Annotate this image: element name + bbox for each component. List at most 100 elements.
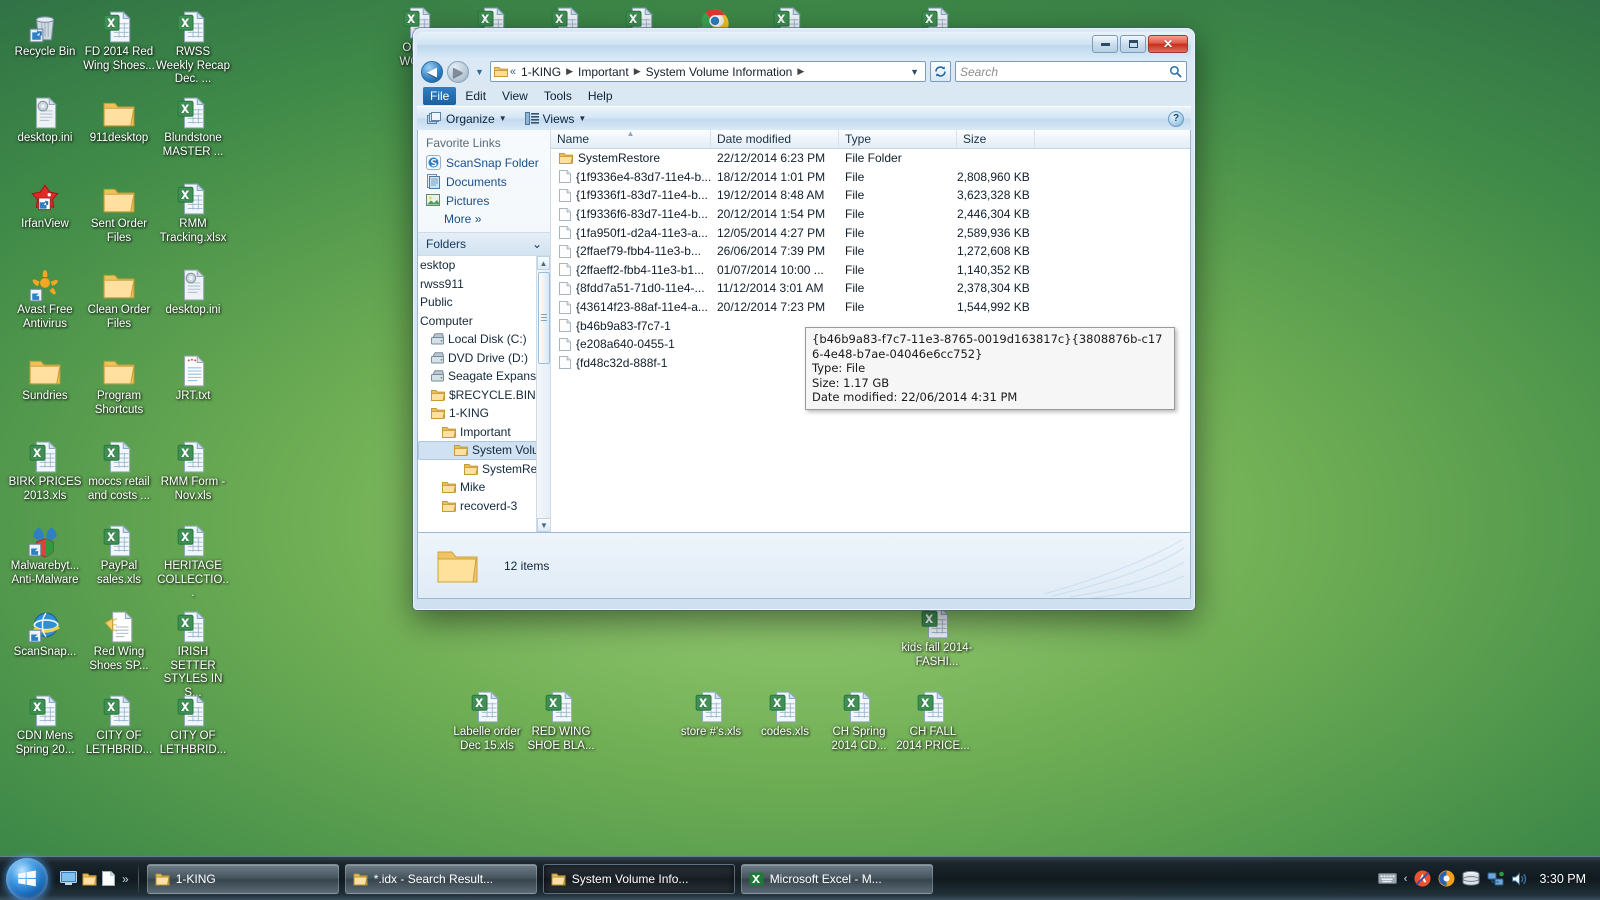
desktop-icon[interactable]: Sent Order Files [82, 176, 156, 245]
quick-launch-overflow-icon[interactable]: » [122, 872, 129, 886]
desktop-icon[interactable]: BIRK PRICES 2013.xls [8, 434, 82, 503]
excel-file-icon[interactable] [156, 604, 230, 644]
desktop-icon[interactable]: PayPal sales.xls [82, 518, 156, 587]
folder-tree-node[interactable]: System Volum [418, 441, 550, 460]
desktop-icon[interactable]: codes.xls [748, 684, 822, 740]
folder-tree-node[interactable]: $RECYCLE.BIN [418, 386, 550, 405]
folder-tree-node[interactable]: SystemResto [418, 460, 550, 479]
folder-tree-node[interactable]: DVD Drive (D:) [418, 349, 550, 368]
excel-file-icon[interactable] [156, 434, 230, 474]
breadcrumb-separator-3[interactable]: ▶ [797, 66, 804, 77]
desktop-icon[interactable]: RED WING SHOE BLA... [524, 684, 598, 753]
desktop-icon[interactable]: Clean Order Files [82, 262, 156, 331]
desktop-icon[interactable]: HERITAGE COLLECTIO... [156, 518, 230, 601]
excel-file-icon[interactable] [156, 176, 230, 216]
column-header[interactable]: Date modified [711, 130, 839, 148]
excel-file-icon[interactable] [674, 684, 748, 724]
column-header[interactable]: ▲ Name [551, 129, 711, 148]
chevron-down-icon[interactable]: ⌄ [532, 237, 542, 251]
excel-file-icon[interactable] [82, 688, 156, 728]
volume-icon[interactable] [1511, 871, 1529, 887]
excel-file-icon[interactable] [82, 518, 156, 558]
folder-tree-node[interactable]: rwss911 [418, 275, 550, 294]
help-button[interactable]: ? [1168, 110, 1184, 127]
desktop-icon[interactable]: FD 2014 Red Wing Shoes... [82, 4, 156, 73]
file-row[interactable]: {8fdd7a51-71d0-11e4-... 11/12/2014 3:01 A… [551, 279, 1190, 298]
excel-file-icon[interactable] [748, 684, 822, 724]
folder-tree-node[interactable]: Mike [418, 478, 550, 497]
favorite-links-list[interactable]: ScanSnap Folder Documents Pictures [418, 153, 550, 210]
excel-file-icon[interactable] [156, 4, 230, 44]
favorite-link[interactable]: Documents [418, 172, 550, 191]
text-file-icon[interactable] [156, 348, 230, 388]
desktop-icon[interactable]: Sundries [8, 348, 82, 404]
folder-tree-node[interactable]: Computer [418, 312, 550, 331]
taskbar-button[interactable]: *.idx - Search Result... [344, 863, 537, 894]
desktop-icon[interactable]: Program Shortcuts [82, 348, 156, 417]
desktop-icon[interactable]: Blundstone MASTER ... [156, 90, 230, 159]
back-button[interactable]: ◀ [421, 60, 443, 83]
excel-file-icon[interactable] [8, 434, 82, 474]
folder-icon[interactable] [82, 176, 156, 216]
minimize-button[interactable] [1092, 35, 1118, 53]
command-toolbar[interactable]: Organize ▼ Views ▼ ? [417, 106, 1191, 130]
views-button[interactable]: Views ▼ [521, 110, 591, 128]
column-header[interactable]: Size [957, 130, 1035, 148]
ini-file-icon[interactable] [156, 262, 230, 302]
folder-tree-node[interactable]: Seagate Expansion D [418, 367, 550, 386]
organize-button[interactable]: Organize ▼ [423, 110, 511, 128]
folder-icon[interactable] [82, 872, 97, 886]
window-title-bar[interactable]: ✕ [417, 32, 1191, 58]
taskbar-buttons[interactable]: 1-KING *.idx - Search Result... System Vol… [146, 863, 933, 894]
folder-icon[interactable] [8, 348, 82, 388]
menu-item-edit[interactable]: Edit [458, 87, 493, 105]
address-bar[interactable]: « 1-KING ▶ Important ▶ System Volume Inf… [489, 61, 926, 82]
navigation-bar[interactable]: ◀ ▶ ▼ « 1-KING ▶ Important ▶ System Volu… [417, 58, 1191, 85]
file-list-pane[interactable]: ▲ Name Date modified Type Size SystemRestore… [551, 129, 1190, 532]
explorer-window[interactable]: ✕ ◀ ▶ ▼ « 1-KING ▶ Important ▶ System Vo… [413, 28, 1195, 610]
network-icon[interactable] [1487, 871, 1505, 887]
breadcrumb-separator-2[interactable]: ▶ [634, 66, 641, 77]
show-desktop-icon[interactable] [60, 871, 77, 886]
excel-file-icon[interactable] [82, 4, 156, 44]
ini-file-icon[interactable] [8, 90, 82, 130]
excel-file-icon[interactable] [524, 684, 598, 724]
search-icon[interactable] [1169, 65, 1182, 78]
file-row[interactable]: {1f9336f6-83d7-11e4-b... 20/12/2014 1:54 … [551, 205, 1190, 224]
folder-tree-node[interactable]: Public [418, 293, 550, 312]
file-row[interactable]: {1f9336e4-83d7-11e4-b... 18/12/2014 1:01 … [551, 168, 1190, 187]
folder-icon[interactable] [82, 262, 156, 302]
folder-tree[interactable]: esktop rwss911 Public Computer Local Disk (C… [418, 256, 550, 532]
desktop-icon[interactable]: Recycle Bin [8, 4, 82, 60]
desktop-icon[interactable]: IrfanView [8, 176, 82, 232]
breadcrumb-item-3[interactable]: System Volume Information [643, 64, 796, 80]
views-caret-icon[interactable]: ▼ [578, 114, 586, 123]
scroll-up-arrow-icon[interactable]: ▲ [537, 256, 550, 270]
file-row[interactable]: {2ffaeff2-fbb4-11e3-b1... 01/07/2014 10:0… [551, 261, 1190, 280]
maximize-button[interactable] [1120, 35, 1146, 53]
disk-icon[interactable] [1462, 871, 1480, 886]
desktop-icon[interactable]: CH Spring 2014 CD... [822, 684, 896, 753]
menu-bar[interactable]: File Edit View Tools Help [417, 85, 1191, 106]
taskbar[interactable]: » 1-KING *.idx - Search Result... System V… [0, 856, 1600, 900]
forward-button[interactable]: ▶ [447, 60, 469, 83]
recent-pages-dropdown-icon[interactable]: ▼ [473, 67, 486, 77]
desktop-icon[interactable]: CH FALL 2014 PRICE... [896, 684, 970, 753]
column-header[interactable]: Type [839, 130, 957, 148]
recycle-bin-icon[interactable] [8, 4, 82, 44]
irfanview-icon[interactable] [8, 176, 82, 216]
organize-caret-icon[interactable]: ▼ [499, 114, 507, 123]
desktop-icon[interactable]: Avast Free Antivirus [8, 262, 82, 331]
search-input-placeholder[interactable]: Search [960, 65, 1169, 79]
taskbar-button[interactable]: 1-KING [146, 863, 339, 894]
excel-file-icon[interactable] [156, 688, 230, 728]
folder-icon[interactable] [82, 348, 156, 388]
excel-file-icon[interactable] [156, 518, 230, 558]
folder-tree-node[interactable]: recoverd-3 [418, 497, 550, 516]
window-controls[interactable]: ✕ [1092, 35, 1188, 53]
taskbar-button[interactable]: Microsoft Excel - M... [740, 863, 933, 894]
scroll-down-arrow-icon[interactable]: ▼ [537, 518, 550, 532]
clock[interactable]: 3:30 PM [1536, 872, 1586, 886]
folder-tree-node[interactable]: Local Disk (C:) [418, 330, 550, 349]
excel-file-icon[interactable] [8, 688, 82, 728]
